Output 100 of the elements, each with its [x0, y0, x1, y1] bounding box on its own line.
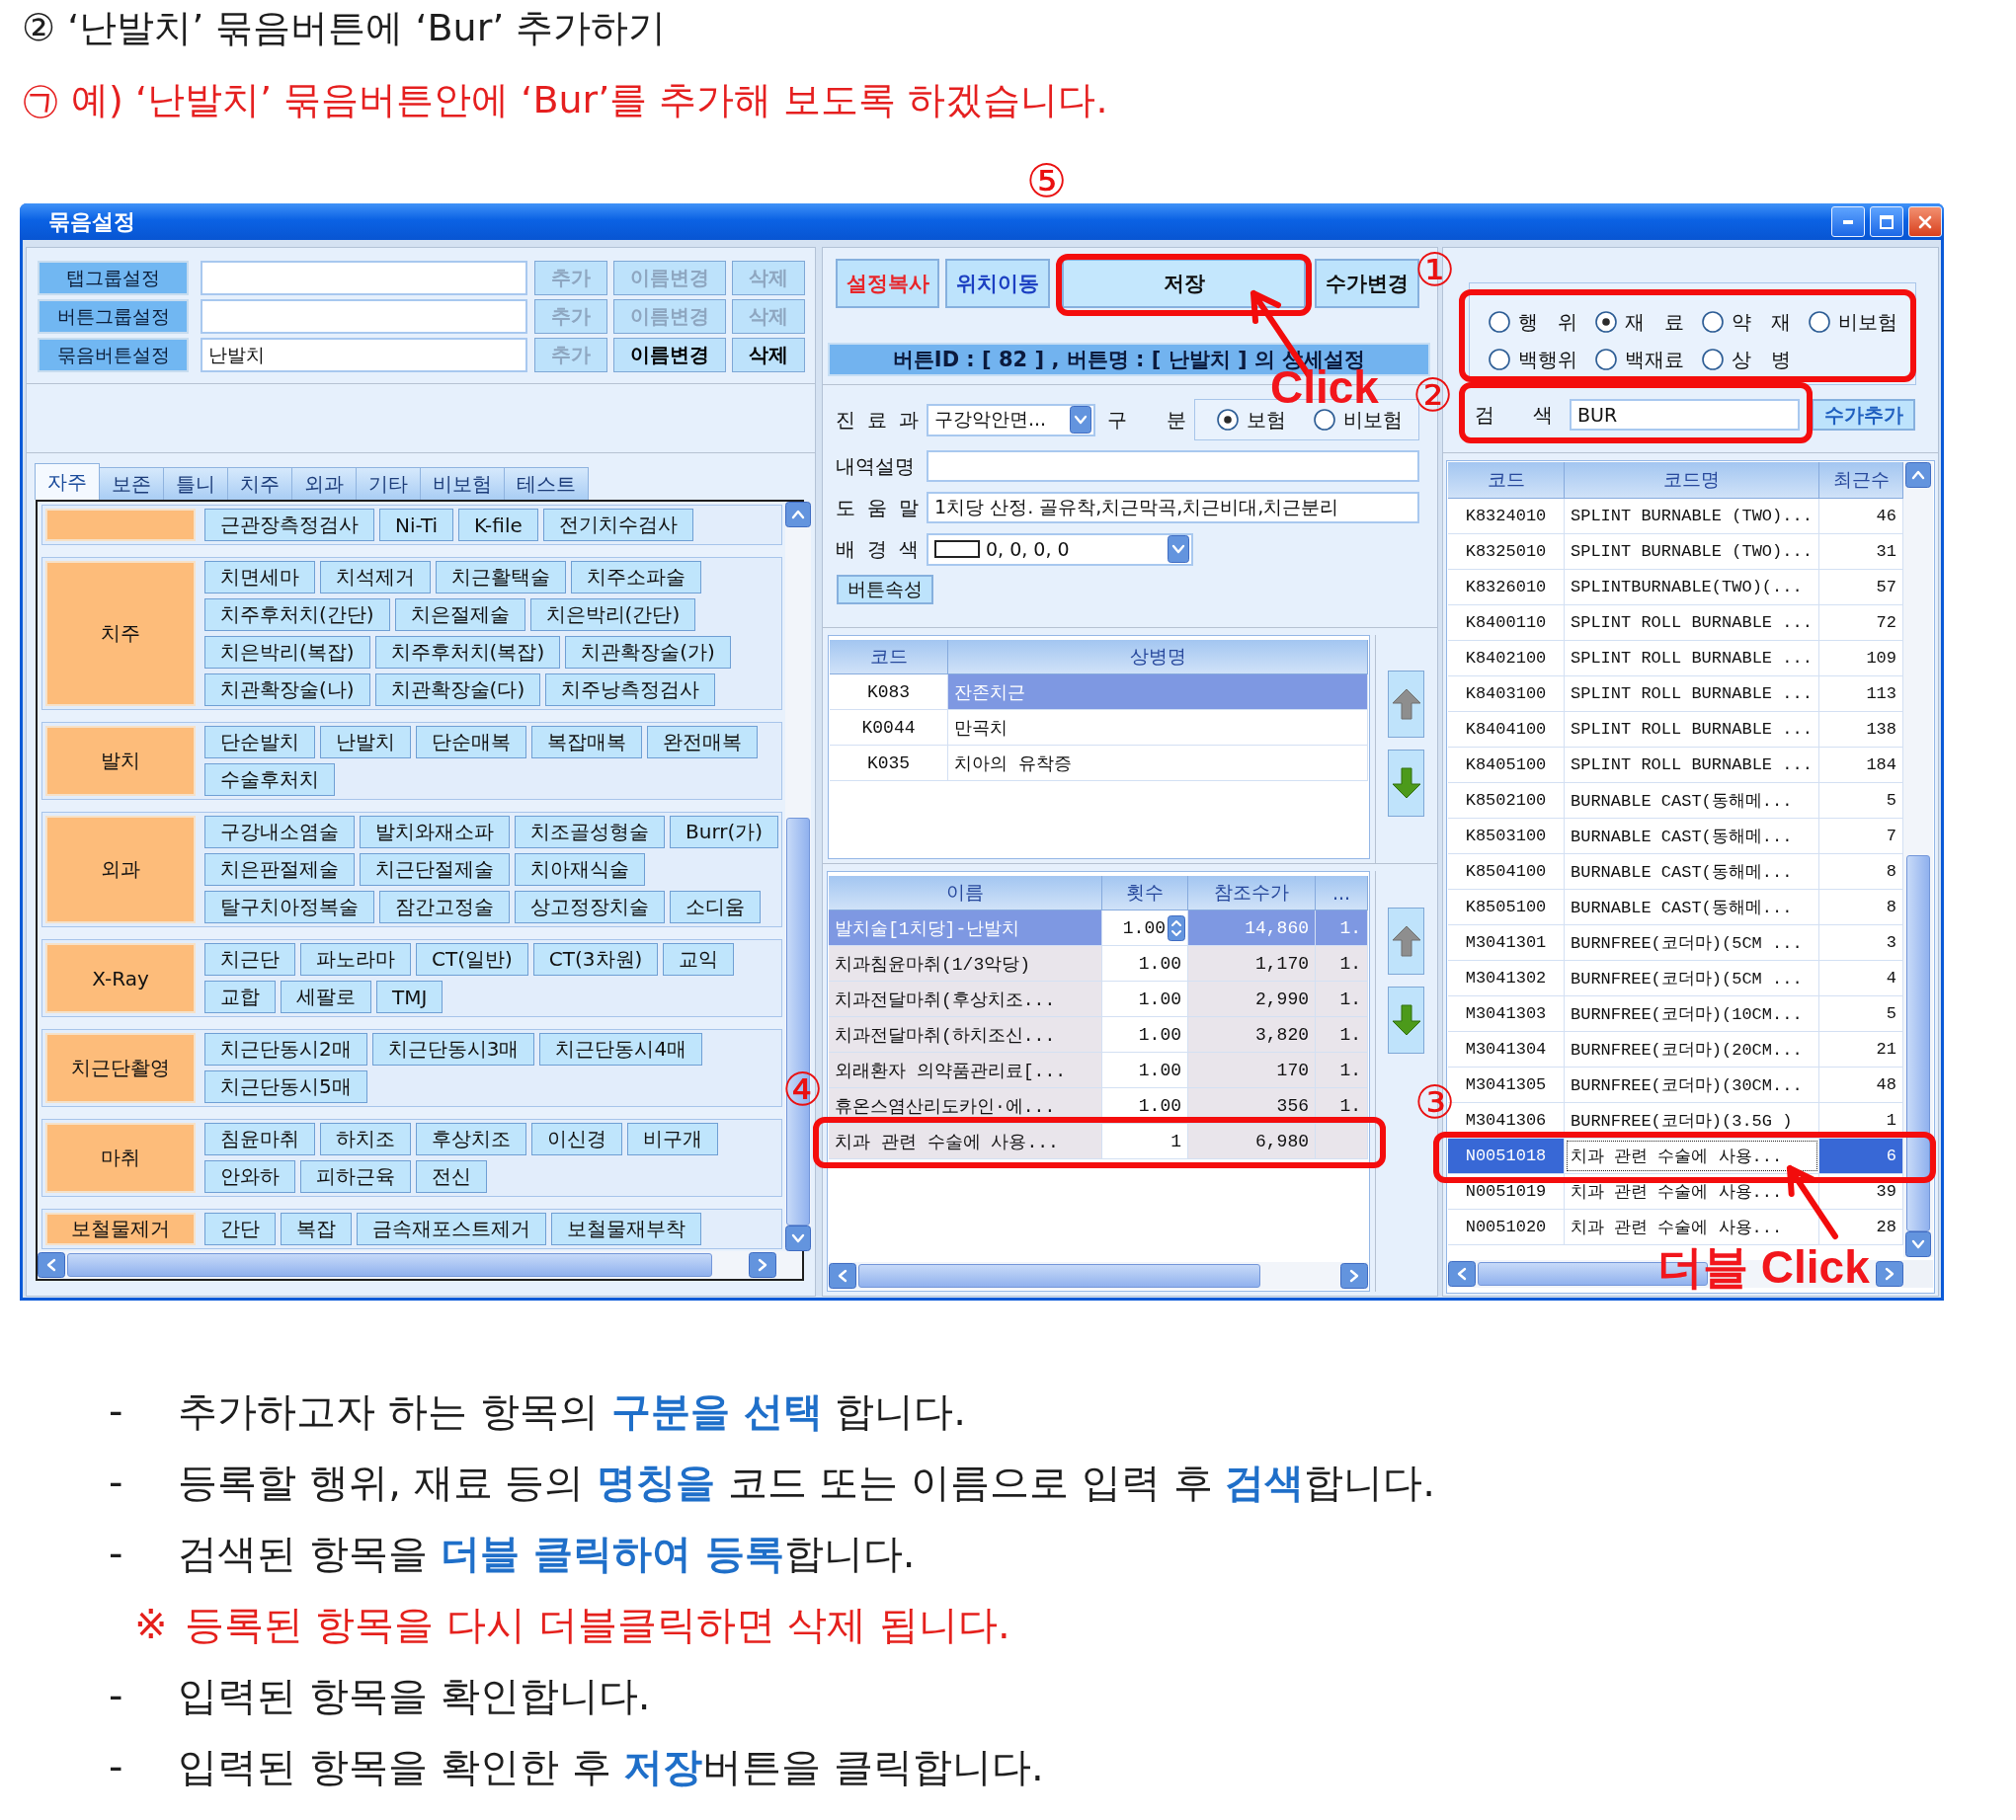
group-button[interactable]: 치근단동시3매: [371, 1033, 535, 1066]
group-button[interactable]: 피하근육: [300, 1160, 411, 1193]
add-fee-button[interactable]: 수가추가: [1812, 399, 1915, 431]
group-button[interactable]: 하치조: [320, 1123, 411, 1155]
radio-icon[interactable]: [1595, 311, 1617, 333]
table-row[interactable]: 발치술[1치당]-난발치 1.00 14,860 1.: [829, 910, 1368, 946]
table-row[interactable]: K8505100 BURNABLE CAST(동해메... 8: [1448, 890, 1903, 925]
scroll-thumb[interactable]: [67, 1253, 712, 1277]
radio-option[interactable]: 비보험: [1314, 409, 1403, 431]
chevron-right-icon[interactable]: [1876, 1261, 1903, 1287]
tab[interactable]: 치주: [227, 467, 292, 500]
group-button[interactable]: 잠간고정술: [379, 891, 510, 923]
group-button[interactable]: 치근활택술: [436, 561, 566, 593]
chevron-up-icon[interactable]: [1905, 462, 1931, 488]
radio-icon[interactable]: [1595, 349, 1617, 370]
group-button[interactable]: 치근단: [204, 943, 295, 976]
group-button[interactable]: 치은박리(간단): [529, 598, 696, 631]
group-button[interactable]: 치관확장술(다): [374, 673, 541, 706]
tab[interactable]: 테스트: [504, 467, 589, 500]
group-button[interactable]: 근관장측정검사: [204, 509, 374, 541]
group-button[interactable]: 치은절제술: [394, 598, 525, 631]
group-button[interactable]: 비구개: [627, 1123, 718, 1155]
radio-option[interactable]: 약 재: [1702, 311, 1809, 333]
group-button[interactable]: 치근단동시2매: [204, 1033, 367, 1066]
group-button[interactable]: K-file: [458, 509, 538, 541]
group-button[interactable]: 침윤마취: [204, 1123, 315, 1155]
table-row[interactable]: K083 잔존치근: [830, 674, 1368, 710]
table-row[interactable]: M3041303 BURNFREE(코더마)(10CM... 5: [1448, 996, 1903, 1032]
table-row[interactable]: K8324010 SPLINT BURNABLE (TWO)... 46: [1448, 499, 1903, 534]
tab[interactable]: 비보험: [420, 467, 505, 500]
group-button[interactable]: 완전매복: [647, 726, 758, 758]
group-button[interactable]: 탈구치아정복술: [204, 891, 374, 923]
group-button[interactable]: 후상치조: [416, 1123, 526, 1155]
radio-option[interactable]: 백재료: [1595, 349, 1702, 370]
table-row[interactable]: 치과 관련 수술에 사용... 1 6,980: [829, 1124, 1368, 1159]
group-button[interactable]: CT(일반): [416, 943, 528, 976]
arrow-down-icon[interactable]: [1391, 767, 1421, 799]
maximize-icon[interactable]: [1880, 214, 1894, 229]
group-button[interactable]: 치주소파술: [571, 561, 701, 593]
table-row[interactable]: K8405100 SPLINT ROLL BURNABLE ... 184: [1448, 748, 1903, 783]
table-row[interactable]: K0044 만곡치: [830, 710, 1368, 746]
tab[interactable]: 외과: [291, 467, 357, 500]
group-button[interactable]: 치은박리(복잡): [204, 636, 370, 669]
tab[interactable]: 기타: [356, 467, 421, 500]
number-spin-field[interactable]: 1.00: [1102, 910, 1188, 945]
close-button[interactable]: [1908, 206, 1942, 237]
table-row[interactable]: K8400110 SPLINT ROLL BURNABLE ... 72: [1448, 605, 1903, 641]
table-row[interactable]: K8325010 SPLINT BURNABLE (TWO)... 31: [1448, 534, 1903, 570]
group-button[interactable]: CT(3차원): [532, 943, 659, 976]
table-row[interactable]: K8402100 SPLINT ROLL BURNABLE ... 109: [1448, 641, 1903, 676]
radio-option[interactable]: 백행위: [1489, 349, 1595, 370]
table-row[interactable]: M3041304 BURNFREE(코더마)(20CM... 21: [1448, 1032, 1903, 1068]
group-button[interactable]: 치주낭측정검사: [545, 673, 716, 706]
move-button[interactable]: [1388, 987, 1424, 1054]
group-button[interactable]: 수술후처치: [204, 763, 335, 796]
group-button[interactable]: Burr(가): [670, 816, 779, 848]
radio-icon[interactable]: [1489, 311, 1510, 333]
group-button[interactable]: 치근단동시4매: [539, 1033, 703, 1066]
table-row[interactable]: 치과침윤마취(1/3악당) 1.00 1,170 1.: [829, 946, 1368, 982]
radio-option[interactable]: 비보험: [1809, 311, 1915, 333]
group-button[interactable]: 치관확장술(나): [204, 673, 370, 706]
action-button[interactable]: 저장: [1062, 259, 1306, 308]
group-button[interactable]: 금속재포스트제거: [357, 1213, 546, 1245]
search-field[interactable]: BUR: [1570, 399, 1800, 431]
group-button[interactable]: 교익: [663, 943, 735, 976]
group-button[interactable]: 단순발치: [204, 726, 315, 758]
table-row[interactable]: K8502100 BURNABLE CAST(동해메... 5: [1448, 783, 1903, 819]
chevron-down-icon[interactable]: [1168, 535, 1189, 563]
text-field[interactable]: 난발치: [201, 338, 527, 372]
arrow-down-icon[interactable]: [1391, 1004, 1421, 1036]
radio-icon[interactable]: [1489, 349, 1510, 370]
group-button[interactable]: 안와하: [204, 1160, 295, 1193]
color-dropdown[interactable]: 0, 0, 0, 0: [927, 532, 1193, 566]
scrollbar-track[interactable]: [1903, 462, 1933, 1257]
group-button[interactable]: 복잡: [281, 1213, 352, 1245]
radio-option[interactable]: 보험: [1217, 409, 1286, 431]
group-button[interactable]: 발치와재소파: [360, 816, 510, 848]
group-button[interactable]: 치조골성형술: [515, 816, 665, 848]
radio-option[interactable]: 상 병: [1702, 349, 1809, 370]
group-button[interactable]: 난발치: [320, 726, 411, 758]
tab[interactable]: 자주: [35, 463, 100, 500]
chevron-up-icon[interactable]: [785, 502, 812, 527]
chevron-right-icon[interactable]: [1340, 1263, 1368, 1289]
table-row[interactable]: M3041302 BURNFREE(코더마)(5CM ... 4: [1448, 961, 1903, 996]
group-button[interactable]: 치아재식술: [515, 853, 645, 886]
text-field[interactable]: [201, 261, 527, 295]
chevron-left-icon[interactable]: [38, 1252, 65, 1278]
table-row[interactable]: K8326010 SPLINTBURNABLE(TWO)(... 57: [1448, 570, 1903, 605]
department-dropdown[interactable]: 구강악안면...: [927, 403, 1095, 436]
group-button[interactable]: 복잡매복: [531, 726, 642, 758]
setting-button[interactable]: 삭제: [732, 338, 805, 372]
properties-button[interactable]: 버튼속성: [837, 575, 933, 604]
group-button[interactable]: 간단: [204, 1213, 276, 1245]
scroll-thumb[interactable]: [1906, 855, 1930, 1231]
tab[interactable]: 틀니: [163, 467, 228, 500]
group-button[interactable]: 치근단절제술: [360, 853, 510, 886]
group-button[interactable]: 이신경: [531, 1123, 622, 1155]
scrollbar-track[interactable]: [829, 1262, 1368, 1290]
text-field[interactable]: [201, 299, 527, 334]
group-button[interactable]: TMJ: [376, 981, 444, 1013]
